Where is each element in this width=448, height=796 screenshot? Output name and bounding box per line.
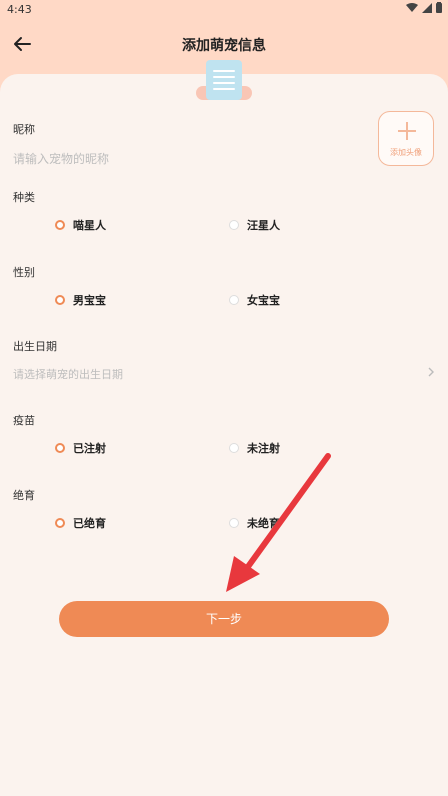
- vaccine-label: 疫苗: [13, 414, 35, 427]
- add-avatar-button[interactable]: 添加头像: [378, 111, 434, 166]
- neutered-option-yes[interactable]: 已绝育: [55, 515, 106, 531]
- radio-selected-icon: [55, 295, 65, 305]
- app-bar: 添加萌宠信息: [0, 26, 448, 60]
- wifi-icon: [406, 2, 418, 12]
- gender-option-female[interactable]: 女宝宝: [229, 292, 280, 308]
- radio-selected-icon: [55, 220, 65, 230]
- nickname-label: 昵称: [13, 123, 35, 136]
- radio-unselected-icon: [229, 220, 239, 230]
- radio-selected-icon: [55, 443, 65, 453]
- gender-option-male[interactable]: 男宝宝: [55, 292, 106, 308]
- nickname-input[interactable]: 请输入宠物的昵称: [13, 150, 109, 167]
- add-avatar-label: 添加头像: [390, 148, 422, 157]
- neutered-option-no[interactable]: 未绝育: [229, 515, 280, 531]
- battery-icon: [436, 2, 442, 13]
- gender-label: 性别: [13, 266, 35, 279]
- species-option-dog[interactable]: 汪星人: [229, 217, 280, 233]
- neutered-label: 绝育: [13, 489, 35, 502]
- species-label: 种类: [13, 191, 35, 204]
- next-button[interactable]: 下一步: [59, 601, 389, 637]
- status-bar: 4:43: [0, 0, 448, 20]
- status-icons: [406, 2, 442, 13]
- birthday-label: 出生日期: [13, 340, 57, 353]
- clipboard-icon: [196, 60, 252, 102]
- species-option-cat[interactable]: 喵星人: [55, 217, 106, 233]
- radio-selected-icon: [55, 518, 65, 528]
- birthday-picker[interactable]: 请选择萌宠的出生日期: [13, 366, 123, 382]
- form-card: [0, 74, 448, 796]
- page-title: 添加萌宠信息: [182, 38, 266, 54]
- radio-unselected-icon: [229, 443, 239, 453]
- radio-unselected-icon: [229, 295, 239, 305]
- chevron-right-icon[interactable]: [427, 367, 435, 377]
- plus-icon: [398, 122, 416, 140]
- vaccine-option-no[interactable]: 未注射: [229, 440, 280, 456]
- radio-unselected-icon: [229, 518, 239, 528]
- vaccine-option-yes[interactable]: 已注射: [55, 440, 106, 456]
- status-time: 4:43: [7, 3, 32, 16]
- cellular-icon: [422, 2, 432, 13]
